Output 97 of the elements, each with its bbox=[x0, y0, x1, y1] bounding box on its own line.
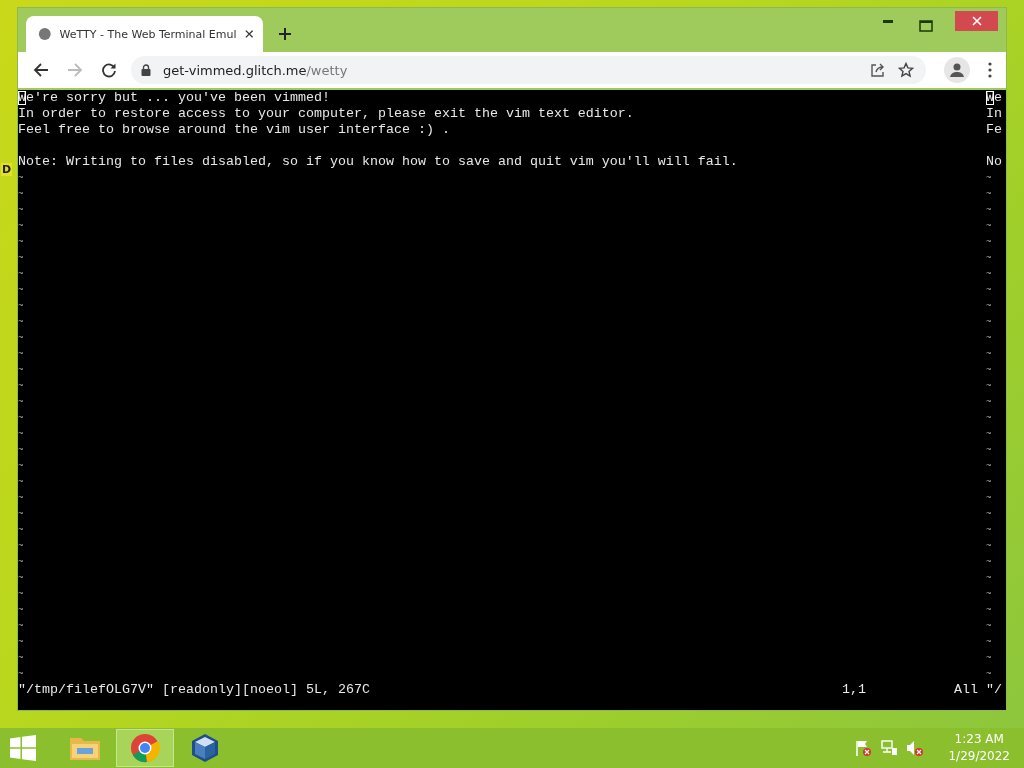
empty-line-marker: ~ bbox=[18, 285, 24, 295]
share-icon[interactable] bbox=[870, 62, 886, 78]
empty-line-marker: ~ bbox=[18, 365, 24, 375]
empty-line-marker: ~ bbox=[986, 349, 992, 359]
empty-line-marker: ~ bbox=[18, 189, 24, 199]
empty-line-marker: ~ bbox=[986, 509, 992, 519]
empty-line-marker: ~ bbox=[986, 285, 992, 295]
empty-line-marker: ~ bbox=[986, 205, 992, 215]
terminal-line: Fe bbox=[986, 122, 1003, 138]
minimize-icon[interactable] bbox=[883, 20, 895, 24]
empty-line-marker: ~ bbox=[18, 557, 24, 567]
maximize-icon[interactable] bbox=[919, 20, 933, 32]
empty-line-marker: ~ bbox=[18, 541, 24, 551]
speaker-muted-icon[interactable] bbox=[906, 739, 925, 757]
empty-line-marker: ~ bbox=[18, 173, 24, 183]
cursor-position: 1,1 bbox=[842, 682, 867, 698]
empty-line-marker: ~ bbox=[986, 589, 992, 599]
empty-line-marker: ~ bbox=[986, 621, 992, 631]
empty-line-marker: ~ bbox=[986, 477, 992, 487]
empty-line-marker: ~ bbox=[18, 525, 24, 535]
empty-line-marker: ~ bbox=[986, 301, 992, 311]
empty-line-marker: ~ bbox=[986, 317, 992, 327]
empty-line-marker: ~ bbox=[986, 397, 992, 407]
empty-line-marker: ~ bbox=[18, 637, 24, 647]
empty-line-marker: ~ bbox=[18, 509, 24, 519]
empty-line-marker: ~ bbox=[18, 301, 24, 311]
empty-line-marker: ~ bbox=[18, 653, 24, 663]
desktop-letter: D bbox=[1, 163, 13, 176]
close-icon[interactable] bbox=[244, 29, 253, 39]
empty-line-marker: ~ bbox=[18, 477, 24, 487]
terminal-line: Note: Writing to files disabled, so if you know how to save and quit vim you'll will fail. bbox=[18, 154, 739, 170]
empty-line-marker: ~ bbox=[18, 317, 24, 327]
empty-line-marker: ~ bbox=[986, 605, 992, 615]
empty-line-marker: ~ bbox=[18, 445, 24, 455]
terminal-line: In bbox=[986, 106, 1003, 122]
empty-line-marker: ~ bbox=[18, 381, 24, 391]
profile-icon[interactable] bbox=[944, 57, 970, 83]
empty-line-marker: ~ bbox=[986, 557, 992, 567]
empty-line-marker: ~ bbox=[18, 269, 24, 279]
empty-line-marker: ~ bbox=[18, 221, 24, 231]
empty-line-marker: ~ bbox=[986, 525, 992, 535]
status-message: "/ bbox=[986, 682, 1002, 697]
empty-line-marker: ~ bbox=[986, 253, 992, 263]
empty-line-marker: ~ bbox=[18, 237, 24, 247]
empty-line-marker: ~ bbox=[986, 493, 992, 503]
tab-title: WeTTY - The Web Terminal Emul bbox=[59, 27, 237, 41]
empty-line-marker: ~ bbox=[18, 621, 24, 631]
back-icon[interactable] bbox=[33, 62, 49, 78]
empty-line-marker: ~ bbox=[986, 669, 992, 679]
globe-icon bbox=[38, 26, 52, 42]
terminal-line: Feel free to browse around the vim user interface :) . bbox=[18, 122, 451, 138]
empty-line-marker: ~ bbox=[986, 445, 992, 455]
taskbar-button[interactable] bbox=[116, 729, 174, 767]
empty-line-marker: ~ bbox=[986, 269, 992, 279]
empty-line-marker: ~ bbox=[18, 589, 24, 599]
close-icon bbox=[971, 16, 982, 26]
empty-line-marker: ~ bbox=[18, 669, 24, 679]
empty-line-marker: ~ bbox=[18, 493, 24, 503]
empty-line-marker: ~ bbox=[18, 413, 24, 423]
empty-line-marker: ~ bbox=[986, 461, 992, 471]
empty-line-marker: ~ bbox=[18, 253, 24, 263]
empty-line-marker: ~ bbox=[986, 429, 992, 439]
cube-icon bbox=[191, 733, 219, 763]
new-tab-icon[interactable] bbox=[278, 27, 292, 41]
url-text: get-vimmed.glitch.me/wetty bbox=[163, 62, 348, 78]
empty-line-marker: ~ bbox=[986, 653, 992, 663]
empty-line-marker: ~ bbox=[18, 397, 24, 407]
empty-line-marker: ~ bbox=[18, 461, 24, 471]
terminal-line: In order to restore access to your computer, please exit the vim text editor. bbox=[18, 106, 635, 122]
empty-line-marker: ~ bbox=[986, 541, 992, 551]
empty-line-marker: ~ bbox=[18, 429, 24, 439]
menu-icon[interactable] bbox=[988, 62, 992, 78]
browser-tab[interactable]: WeTTY - The Web Terminal Emul bbox=[26, 16, 263, 52]
empty-line-marker: ~ bbox=[986, 189, 992, 199]
empty-line-marker: ~ bbox=[18, 573, 24, 583]
empty-line-marker: ~ bbox=[986, 413, 992, 423]
address-bar[interactable]: get-vimmed.glitch.me/wetty bbox=[131, 56, 926, 84]
empty-line-marker: ~ bbox=[986, 381, 992, 391]
star-icon[interactable] bbox=[898, 62, 914, 78]
browser-logo-icon bbox=[130, 733, 160, 763]
empty-line-marker: ~ bbox=[986, 173, 992, 183]
empty-line-marker: ~ bbox=[18, 205, 24, 215]
empty-line-marker: ~ bbox=[986, 365, 992, 375]
status-message: "/tmp/filefOLG7V" [readonly][noeol] 5L, 267C bbox=[18, 682, 371, 698]
empty-line-marker: ~ bbox=[18, 349, 24, 359]
reload-icon[interactable] bbox=[101, 62, 117, 78]
terminal-line: No bbox=[986, 154, 1003, 170]
empty-line-marker: ~ bbox=[986, 237, 992, 247]
empty-line-marker: ~ bbox=[986, 573, 992, 583]
empty-line-marker: ~ bbox=[986, 333, 992, 343]
flag-icon[interactable] bbox=[854, 739, 873, 757]
scroll-position: All bbox=[954, 682, 978, 698]
lock-icon bbox=[141, 64, 151, 76]
empty-line-marker: ~ bbox=[986, 221, 992, 231]
empty-line-marker: ~ bbox=[18, 333, 24, 343]
empty-line-marker: ~ bbox=[986, 637, 992, 647]
empty-line-marker: ~ bbox=[18, 605, 24, 615]
